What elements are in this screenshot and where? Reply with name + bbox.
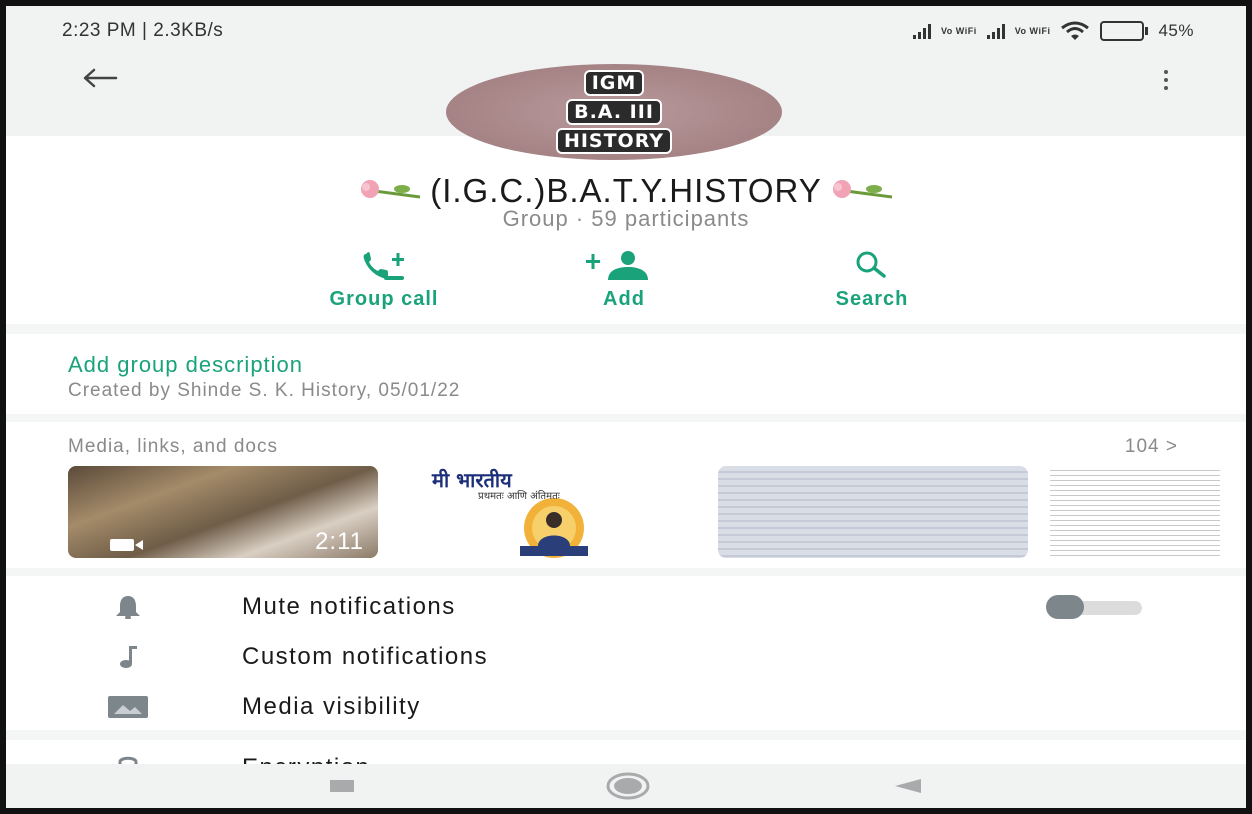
poster-subtitle: प्रथमतः आणि अंतिमतः: [478, 491, 560, 502]
video-duration: 2:11: [315, 528, 364, 555]
group-actions: Group call Add Search: [6, 246, 1246, 316]
mute-notifications-label: Mute notifications: [242, 593, 456, 620]
created-by-text: Created by Shinde S. K. History, 05/01/2…: [68, 380, 461, 401]
phone-add-icon: [363, 252, 404, 280]
back-nav-button[interactable]: [868, 764, 948, 808]
search-label: Search: [835, 288, 909, 310]
bell-icon: [116, 596, 140, 619]
wifi-icon: [1061, 21, 1090, 40]
media-thumbnail-video[interactable]: 2:11: [68, 466, 378, 558]
signal-icon: [912, 23, 931, 39]
group-call-label: Group call: [329, 288, 439, 310]
settings-card: Mute notifications Custom notifications: [6, 576, 1246, 730]
phone-screen: 2:23 PM | 2.3KB/s Vo WiFi Vo WiFi 45% (I…: [0, 0, 1252, 814]
music-note-icon: [120, 646, 137, 668]
mute-notifications-toggle[interactable]: [1046, 595, 1146, 619]
group-call-button[interactable]: Group call: [274, 246, 494, 311]
group-meta: Group · 59 participants: [502, 206, 750, 231]
avatar-line: HISTORY: [555, 128, 673, 154]
circle-icon: [606, 772, 650, 800]
recents-button[interactable]: [302, 764, 382, 808]
square-icon: [330, 780, 354, 792]
group-profile: (I.G.C.)B.A.T.Y.HISTORY Group · 59 parti…: [6, 136, 1246, 324]
video-camera-icon: [110, 539, 143, 551]
media-thumbnail-poster[interactable]: मी भारतीय प्रथमतः आणि अंतिमतः: [428, 466, 680, 558]
back-button[interactable]: [70, 58, 130, 98]
avatar-line: B.A. III: [566, 99, 662, 125]
group-name-row: (I.G.C.)B.A.T.Y.HISTORY: [6, 172, 1246, 210]
media-visibility-row[interactable]: Media visibility: [6, 682, 1246, 732]
search-button[interactable]: Search: [762, 246, 982, 311]
group-avatar[interactable]: IGM B.A. III HISTORY: [446, 64, 782, 160]
media-visibility-label: Media visibility: [242, 693, 421, 720]
volte-wifi-badge: Vo WiFi: [940, 25, 977, 36]
group-name: (I.G.C.)B.A.T.Y.HISTORY: [430, 172, 822, 209]
image-icon: [108, 696, 148, 718]
signal-icon-sim2: [986, 23, 1005, 39]
media-thumbnail-document[interactable]: [1050, 466, 1220, 558]
mute-notifications-row[interactable]: Mute notifications: [6, 582, 1246, 632]
custom-notifications-row[interactable]: Custom notifications: [6, 632, 1246, 682]
more-options-button[interactable]: [1154, 60, 1178, 100]
add-participant-button[interactable]: Add: [514, 246, 734, 311]
system-nav-bar: [6, 764, 1246, 808]
custom-notifications-label: Custom notifications: [242, 643, 489, 670]
triangle-back-icon: [895, 779, 921, 793]
media-thumbnail-document[interactable]: [718, 466, 1028, 558]
battery-percent: 45%: [1158, 21, 1194, 40]
add-group-description-link[interactable]: Add group description: [68, 352, 303, 378]
arrow-left-icon: [83, 68, 118, 88]
volte-wifi-badge-sim2: Vo WiFi: [1014, 25, 1051, 36]
more-vert-icon: [1164, 70, 1168, 74]
person-add-icon: [586, 251, 648, 280]
media-card: Media, links, and docs 104 > 2:11 मी भार…: [6, 422, 1246, 568]
media-section-title[interactable]: Media, links, and docs: [68, 436, 278, 458]
description-card: Add group description Created by Shinde …: [6, 334, 1246, 414]
battery-icon: [1100, 21, 1149, 41]
status-bar: 2:23 PM | 2.3KB/s Vo WiFi Vo WiFi 45%: [6, 6, 1246, 56]
rose-emoji-icon: [361, 180, 421, 199]
status-time-speed: 2:23 PM | 2.3KB/s: [62, 20, 224, 41]
rose-emoji-icon: [832, 180, 892, 199]
status-icons: Vo WiFi Vo WiFi 45%: [912, 21, 1194, 41]
avatar-line: IGM: [583, 70, 645, 96]
search-icon: [856, 251, 886, 278]
add-label: Add: [603, 288, 645, 310]
home-button[interactable]: [588, 764, 668, 808]
media-count-link[interactable]: 104 >: [1125, 436, 1178, 458]
